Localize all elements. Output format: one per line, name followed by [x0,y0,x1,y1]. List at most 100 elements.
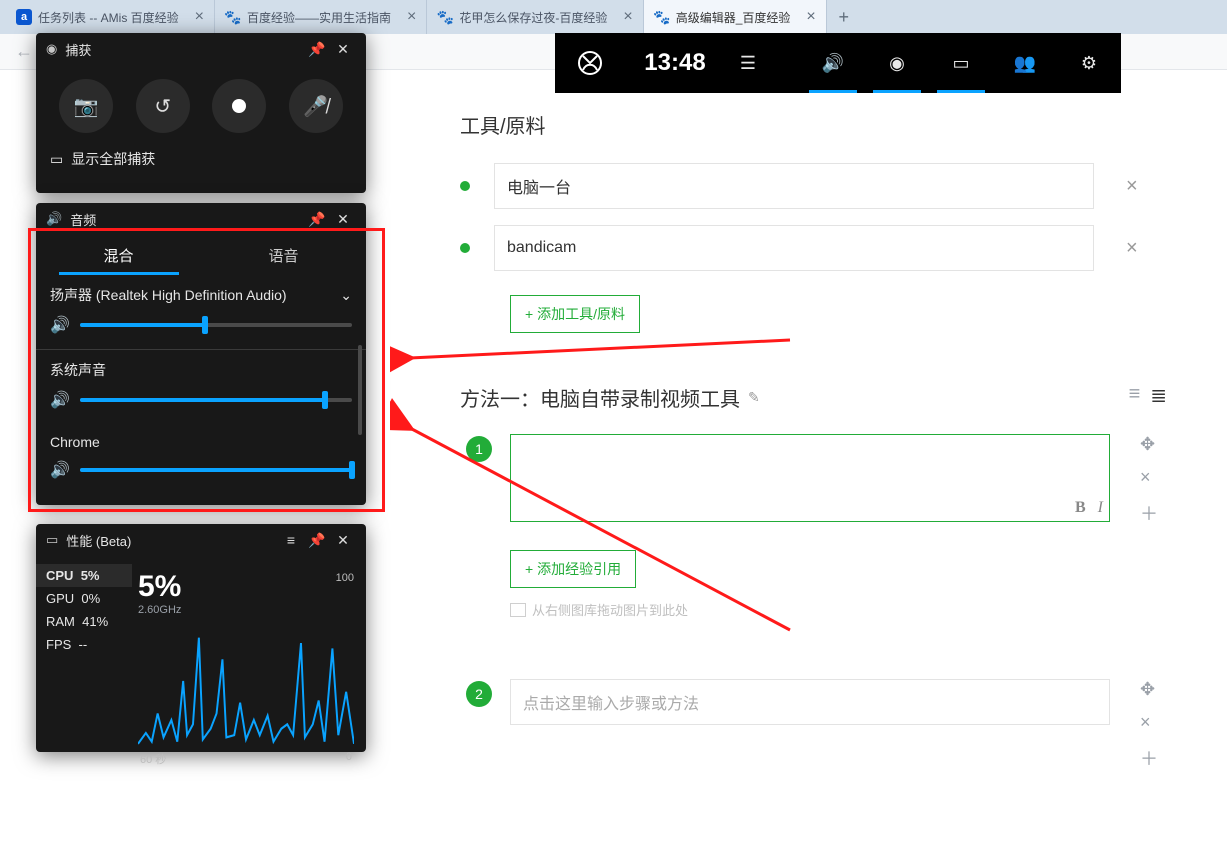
add-tool-button[interactable]: + 添加工具/原料 [510,295,640,333]
method-heading: 方法一：电脑自带录制视频工具 ✎ [460,383,1227,412]
section-heading-tools: 工具/原料 [460,110,1227,139]
capture-title-icon: ◉ [46,41,57,57]
speaker-icon[interactable]: 🔊 [50,460,70,480]
capture-widget-icon[interactable]: ◉ [865,33,929,93]
perf-chart: 5% 100 2.60GHz 60 秒 0 [132,564,366,767]
system-volume-row: 🔊 [36,380,366,424]
show-all-label: 显示全部捕获 [71,149,155,169]
delete-row-icon[interactable]: × [1126,175,1138,198]
close-icon[interactable]: × [613,8,632,26]
browser-tab[interactable]: 🐾花甲怎么保存过夜-百度经验× [427,0,643,34]
pin-icon[interactable]: 📌 [304,41,330,58]
method-title-text: 方法一：电脑自带录制视频工具 [460,383,740,412]
add-icon[interactable]: ＋ [1140,500,1158,526]
close-icon[interactable]: ✕ [330,211,356,228]
ram-stat[interactable]: RAM 41% [36,610,132,633]
back-button[interactable]: ← [10,41,38,62]
add-reference-button[interactable]: + 添加经验引用 [510,550,636,588]
perf-big-value: 5% [138,570,181,604]
close-icon[interactable]: ✕ [330,532,356,549]
fps-stat[interactable]: FPS -- [36,633,132,656]
browser-tab[interactable]: a任务列表 -- AMis 百度经验× [6,0,215,34]
close-icon[interactable]: ✕ [330,41,356,58]
edit-icon[interactable]: ✎ [748,389,760,406]
screenshot-button[interactable]: 📷 [59,79,113,133]
audio-widget: 🔊 音频 📌 ✕ 混合 语音 扬声器 (Realtek High Definit… [36,203,366,505]
chrome-volume-slider[interactable] [80,468,352,472]
tab-voice[interactable]: 语音 [201,235,366,275]
tool-input[interactable] [494,163,1094,209]
close-icon[interactable]: × [796,8,815,26]
gamebar-clock: 13:48 [625,33,725,93]
perf-stats: CPU 5% GPU 0% RAM 41% FPS -- [36,564,132,767]
unordered-list-icon[interactable]: ≣ [1150,383,1167,408]
mic-toggle-button[interactable]: 🎤̸ [289,79,343,133]
performance-widget-icon[interactable]: ▭ [929,33,993,93]
close-icon[interactable]: × [397,8,416,26]
add-icon[interactable]: ＋ [1140,745,1158,771]
step-placeholder-text: 点击这里输入步骤或方法 [523,690,699,714]
move-icon[interactable]: ✥ [1140,434,1158,455]
delete-icon[interactable]: × [1140,467,1158,488]
ordered-list-icon[interactable]: ≡ [1129,383,1141,408]
step-placeholder[interactable]: 点击这里输入步骤或方法 [510,679,1110,725]
cpu-frequency: 2.60GHz [138,604,354,616]
social-widget-icon[interactable]: 👥 [993,33,1057,93]
delete-icon[interactable]: × [1140,712,1158,733]
bold-button[interactable]: B [1075,499,1086,517]
italic-button[interactable]: I [1098,499,1103,517]
device-volume-slider[interactable] [80,323,352,327]
speaker-icon[interactable]: 🔊 [50,315,70,335]
audio-widget-icon[interactable]: 🔊 [801,33,865,93]
step-block: 2 点击这里输入步骤或方法 ✥ × ＋ [460,679,1227,725]
step-number: 1 [466,436,492,462]
cpu-sparkline [138,616,354,746]
scrollbar[interactable] [358,345,362,435]
settings-icon[interactable]: ⚙ [1057,33,1121,93]
gpu-stat[interactable]: GPU 0% [36,587,132,610]
system-sound-label: 系统声音 [36,350,366,380]
new-tab-button[interactable]: + [827,0,861,34]
tool-input[interactable] [494,225,1094,271]
pin-icon[interactable]: 📌 [304,211,330,228]
browser-tab[interactable]: 🐾百度经验——实用生活指南× [215,0,427,34]
perf-ymax: 100 [336,572,354,584]
favicon: a [16,9,32,25]
speaker-icon[interactable]: 🔊 [50,390,70,410]
perf-title-icon: ▭ [46,532,58,548]
gamebar-top: 13:48 ☰ 🔊 ◉ ▭ 👥 ⚙ [555,33,1121,93]
list-style-toggle[interactable]: ≡ ≣ [1129,383,1167,408]
step-editor[interactable]: B I [510,434,1110,522]
output-device-select[interactable]: 扬声器 (Realtek High Definition Audio) ⌄ [36,275,366,305]
xbox-logo-icon[interactable] [555,33,625,93]
tool-row: × [460,225,1227,271]
favicon: 🐾 [225,9,241,25]
record-last-button[interactable]: ↺ [136,79,190,133]
settings-icon[interactable]: ≡ [278,532,304,548]
delete-row-icon[interactable]: × [1126,237,1138,260]
widget-title: 音频 [70,210,96,229]
tab-title: 花甲怎么保存过夜-百度经验 [459,9,607,26]
inline-format-tools: B I [1075,499,1103,517]
record-button[interactable] [212,79,266,133]
device-name: 扬声器 (Realtek High Definition Audio) [50,285,287,305]
close-icon[interactable]: × [185,8,204,26]
image-drop-text: 从右侧图库拖动图片到此处 [532,600,688,619]
cpu-stat[interactable]: CPU 5% [36,564,132,587]
step-side-actions: ✥ × ＋ [1140,434,1158,526]
performance-widget: ▭ 性能 (Beta) ≡ 📌 ✕ CPU 5% GPU 0% RAM 41% … [36,524,366,752]
tab-mix[interactable]: 混合 [36,235,201,275]
show-all-captures[interactable]: ▭ 显示全部捕获 [36,143,366,179]
widgets-menu-icon[interactable]: ☰ [725,33,771,93]
step-side-actions: ✥ × ＋ [1140,679,1158,771]
tab-title: 高级编辑器_百度经验 [676,9,791,26]
move-icon[interactable]: ✥ [1140,679,1158,700]
tool-row: × [460,163,1227,209]
pin-icon[interactable]: 📌 [304,532,330,549]
system-volume-slider[interactable] [80,398,352,402]
xbox-icon [578,51,602,75]
browser-tab[interactable]: 🐾 高级编辑器_百度经验 × [644,0,827,34]
favicon: 🐾 [654,9,670,25]
widget-titlebar: ◉ 捕获 📌 ✕ [36,33,366,65]
image-icon [510,603,526,617]
